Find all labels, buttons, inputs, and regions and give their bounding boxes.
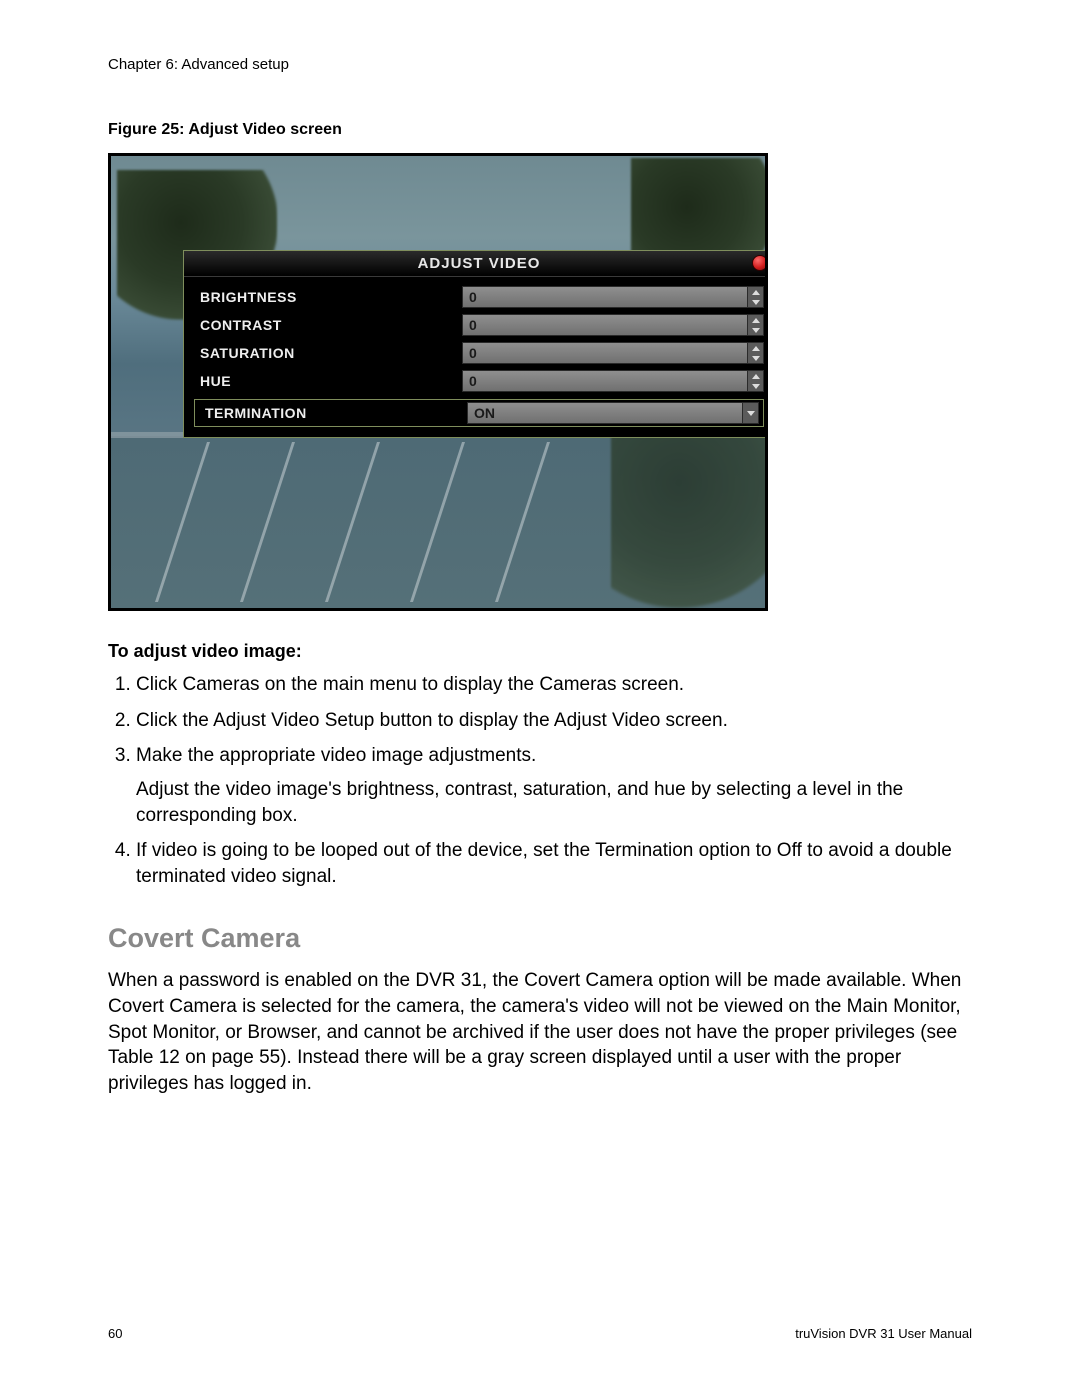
- saturation-stepper[interactable]: [748, 342, 764, 364]
- brightness-label: BRIGHTNESS: [194, 289, 452, 305]
- step-2-text: Click the Adjust Video Setup button to d…: [136, 710, 728, 731]
- step-1: Click Cameras on the main menu to displa…: [136, 672, 972, 698]
- step-4-text: If video is going to be looped out of th…: [136, 840, 952, 887]
- termination-field[interactable]: ON: [467, 402, 759, 424]
- adjust-video-dialog: ADJUST VIDEO BRIGHTNESS 0 CONTRAST: [183, 250, 768, 438]
- termination-row: TERMINATION ON: [194, 399, 764, 427]
- instructions-heading: To adjust video image:: [108, 641, 972, 662]
- hue-label: HUE: [194, 373, 452, 389]
- brightness-field[interactable]: 0: [462, 286, 764, 308]
- manual-page: Chapter 6: Advanced setup Figure 25: Adj…: [0, 0, 1080, 1397]
- step-2: Click the Adjust Video Setup button to d…: [136, 708, 972, 734]
- step-1-text: Click Cameras on the main menu to displa…: [136, 674, 684, 695]
- close-icon[interactable]: [752, 255, 768, 271]
- figure-caption: Figure 25: Adjust Video screen: [108, 121, 972, 139]
- termination-label: TERMINATION: [199, 405, 457, 421]
- chevron-down-icon[interactable]: [748, 325, 763, 335]
- step-3-detail: Adjust the video image's brightness, con…: [136, 777, 972, 828]
- hue-field[interactable]: 0: [462, 370, 764, 392]
- chevron-up-icon[interactable]: [748, 343, 763, 353]
- contrast-label: CONTRAST: [194, 317, 452, 333]
- chevron-down-icon[interactable]: [748, 353, 763, 363]
- hue-stepper[interactable]: [748, 370, 764, 392]
- page-footer: 60 truVision DVR 31 User Manual: [108, 1326, 972, 1341]
- contrast-field[interactable]: 0: [462, 314, 764, 336]
- chevron-up-icon[interactable]: [748, 315, 763, 325]
- chapter-header: Chapter 6: Advanced setup: [108, 56, 972, 73]
- saturation-field[interactable]: 0: [462, 342, 764, 364]
- section-body: When a password is enabled on the DVR 31…: [108, 968, 972, 1096]
- dialog-title-bar: ADJUST VIDEO: [184, 251, 768, 277]
- manual-title: truVision DVR 31 User Manual: [795, 1326, 972, 1341]
- step-4: If video is going to be looped out of th…: [136, 838, 972, 889]
- adjust-video-screenshot: ADJUST VIDEO BRIGHTNESS 0 CONTRAST: [108, 153, 768, 611]
- chevron-down-icon[interactable]: [748, 381, 763, 391]
- chevron-down-icon: [747, 411, 755, 416]
- saturation-value[interactable]: 0: [462, 342, 748, 364]
- contrast-row: CONTRAST 0: [194, 311, 764, 339]
- instruction-list: Click Cameras on the main menu to displa…: [108, 672, 972, 889]
- termination-value[interactable]: ON: [467, 402, 743, 424]
- hue-row: HUE 0: [194, 367, 764, 395]
- hue-value[interactable]: 0: [462, 370, 748, 392]
- dialog-body: BRIGHTNESS 0 CONTRAST 0: [184, 277, 768, 435]
- contrast-stepper[interactable]: [748, 314, 764, 336]
- brightness-value[interactable]: 0: [462, 286, 748, 308]
- termination-dropdown[interactable]: [743, 402, 759, 424]
- brightness-stepper[interactable]: [748, 286, 764, 308]
- saturation-label: SATURATION: [194, 345, 452, 361]
- contrast-value[interactable]: 0: [462, 314, 748, 336]
- saturation-row: SATURATION 0: [194, 339, 764, 367]
- chevron-up-icon[interactable]: [748, 287, 763, 297]
- chevron-up-icon[interactable]: [748, 371, 763, 381]
- chevron-down-icon[interactable]: [748, 297, 763, 307]
- step-3-text: Make the appropriate video image adjustm…: [136, 745, 536, 766]
- dialog-title: ADJUST VIDEO: [418, 255, 541, 272]
- step-3: Make the appropriate video image adjustm…: [136, 743, 972, 828]
- brightness-row: BRIGHTNESS 0: [194, 283, 764, 311]
- page-number: 60: [108, 1326, 122, 1341]
- section-heading: Covert Camera: [108, 923, 972, 954]
